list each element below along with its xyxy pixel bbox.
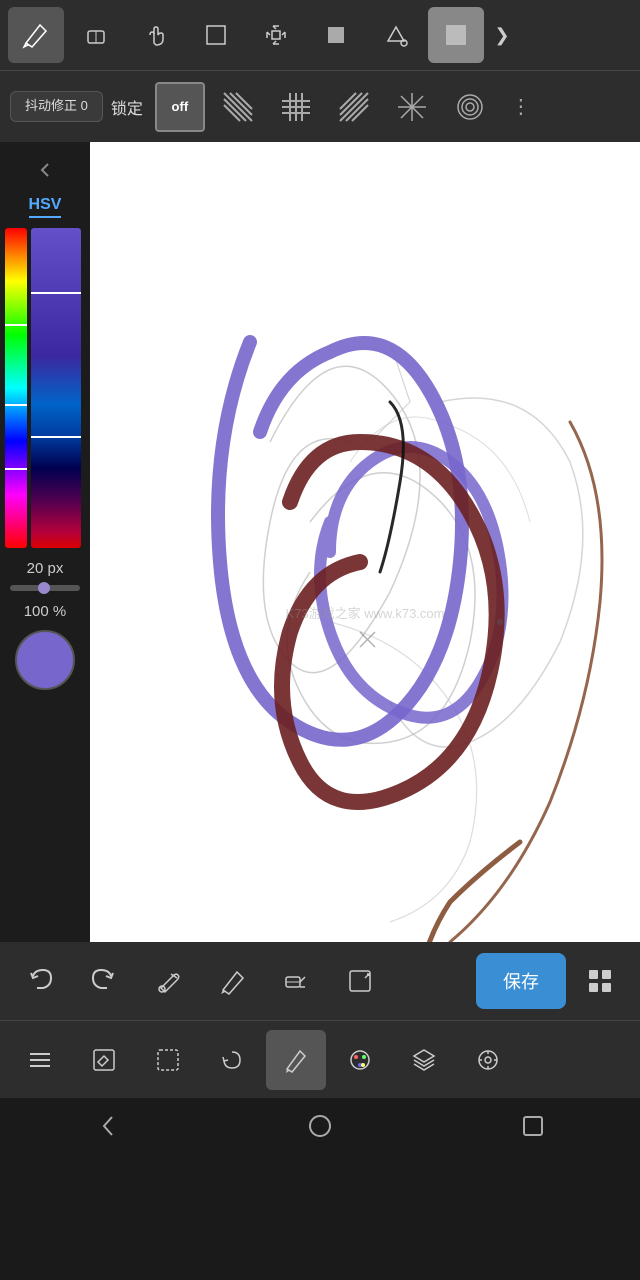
pen2-btn[interactable] bbox=[202, 951, 262, 1011]
main-area: HSV 20 px 100 % bbox=[0, 142, 640, 942]
collapse-panel-btn[interactable] bbox=[25, 152, 65, 188]
left-panel: HSV 20 px 100 % bbox=[0, 142, 90, 942]
saturation-value-slider[interactable] bbox=[31, 228, 81, 548]
nav-recent-btn[interactable] bbox=[498, 1101, 568, 1151]
nav-home-btn[interactable] bbox=[285, 1101, 355, 1151]
color-preview[interactable] bbox=[15, 630, 75, 690]
color-pickers[interactable] bbox=[5, 228, 85, 548]
select-rect-tool[interactable] bbox=[188, 7, 244, 63]
rotate-btn[interactable] bbox=[202, 1030, 262, 1090]
fill-rect-tool[interactable] bbox=[308, 7, 364, 63]
brush-size-slider[interactable] bbox=[10, 585, 80, 591]
palette-btn[interactable] bbox=[330, 1030, 390, 1090]
redo-btn[interactable] bbox=[74, 951, 134, 1011]
stabilizer-bar: 抖动修正 0 锁定 off ⋮ bbox=[0, 70, 640, 142]
pattern-grid-btn[interactable] bbox=[271, 82, 321, 132]
opacity-label: 100 % bbox=[24, 603, 67, 620]
pattern-circle-btn[interactable] bbox=[445, 82, 495, 132]
fill-bucket-tool[interactable] bbox=[368, 7, 424, 63]
drawing-canvas[interactable] bbox=[90, 142, 640, 942]
canvas-area[interactable]: K73游戏之家 www.k73.com bbox=[90, 142, 640, 942]
hue-slider[interactable] bbox=[5, 228, 27, 548]
top-toolbar: ❯ bbox=[0, 0, 640, 70]
transform-tool[interactable] bbox=[248, 7, 304, 63]
more-options-btn[interactable]: ⋮ bbox=[503, 82, 539, 132]
hand-tool[interactable] bbox=[128, 7, 184, 63]
pen-active-btn[interactable] bbox=[266, 1030, 326, 1090]
eraser2-btn[interactable] bbox=[266, 951, 326, 1011]
color-box-tool[interactable] bbox=[428, 7, 484, 63]
settings-btn[interactable] bbox=[458, 1030, 518, 1090]
eyedropper-btn[interactable] bbox=[138, 951, 198, 1011]
edit-btn[interactable] bbox=[74, 1030, 134, 1090]
apps-grid-btn[interactable] bbox=[570, 951, 630, 1011]
brush-size-label: 20 px bbox=[27, 560, 64, 577]
pencil-tool[interactable] bbox=[8, 7, 64, 63]
select-lasso-btn[interactable] bbox=[138, 1030, 198, 1090]
pattern-radial-btn[interactable] bbox=[387, 82, 437, 132]
export-btn[interactable] bbox=[330, 951, 390, 1011]
eraser-tool[interactable] bbox=[68, 7, 124, 63]
expand-toolbar-btn[interactable]: ❯ bbox=[488, 7, 516, 63]
pattern-diagonal1-btn[interactable] bbox=[213, 82, 263, 132]
bottom-toolbar2 bbox=[0, 1020, 640, 1098]
layers-btn[interactable] bbox=[394, 1030, 454, 1090]
brush-size-thumb bbox=[38, 582, 50, 594]
pattern-off-btn[interactable]: off bbox=[155, 82, 205, 132]
bottom-toolbar1: 保存 bbox=[0, 942, 640, 1020]
nav-back-btn[interactable] bbox=[72, 1101, 142, 1151]
lock-label: 锁定 bbox=[111, 95, 143, 119]
pattern-diagonal2-btn[interactable] bbox=[329, 82, 379, 132]
nav-bar bbox=[0, 1098, 640, 1154]
undo-btn[interactable] bbox=[10, 951, 70, 1011]
stabilizer-button[interactable]: 抖动修正 0 bbox=[10, 91, 103, 122]
menu-btn[interactable] bbox=[10, 1030, 70, 1090]
hsv-mode-btn[interactable]: HSV bbox=[29, 196, 62, 218]
save-btn[interactable]: 保存 bbox=[476, 953, 566, 1009]
